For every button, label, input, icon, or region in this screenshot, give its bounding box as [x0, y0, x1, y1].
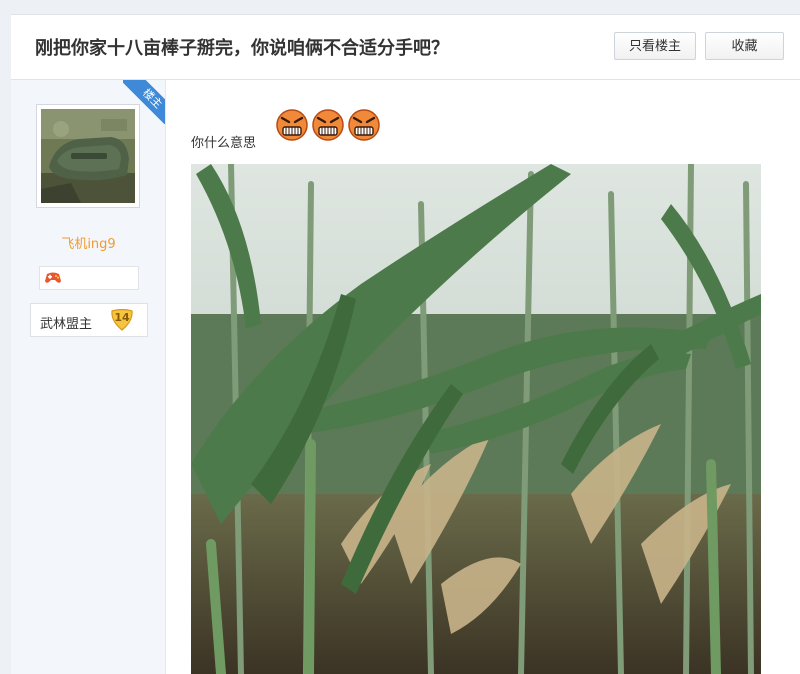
rank-box: 武林盟主 14 — [30, 303, 148, 337]
post-container: 楼主 飞机ing9 武林盟主 14 你什么意思 — [11, 80, 800, 674]
thread-title: 刚把你家十八亩棒子掰完，你说咱俩不合适分手吧？ — [35, 38, 449, 59]
level-number: 14 — [114, 311, 130, 324]
cornfield-photo[interactable] — [191, 164, 761, 674]
post-text: 你什么意思 — [191, 136, 257, 151]
op-ribbon: 楼主 — [123, 80, 165, 124]
rank-label: 武林盟主 — [40, 317, 93, 332]
favorite-button[interactable]: 收藏 — [705, 32, 784, 60]
op-ribbon-label: 楼主 — [123, 80, 165, 124]
game-controller-icon[interactable] — [44, 271, 62, 285]
author-username[interactable]: 飞机ing9 — [11, 233, 165, 252]
angry-face-icon — [312, 109, 344, 141]
post-content: 你什么意思 — [166, 80, 800, 674]
thread-header: 刚把你家十八亩棒子掰完，你说咱俩不合适分手吧？ 只看楼主 收藏 — [11, 14, 800, 80]
angry-face-icon — [276, 109, 308, 141]
only-view-op-button[interactable]: 只看楼主 — [614, 32, 696, 60]
angry-face-icon — [348, 109, 380, 141]
avatar[interactable] — [41, 109, 135, 203]
author-sidebar: 楼主 飞机ing9 武林盟主 14 — [11, 80, 166, 674]
badge-box — [39, 266, 139, 290]
